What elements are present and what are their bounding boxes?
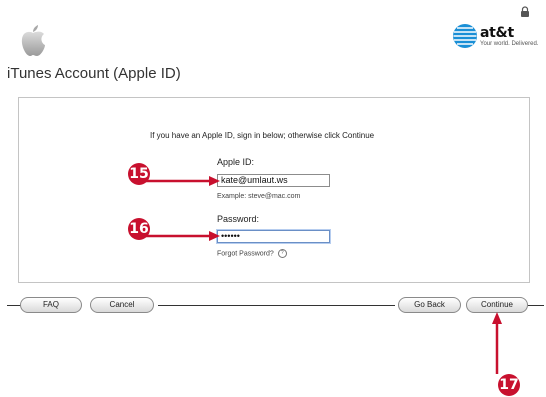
att-logo: at&t Your world. Delivered. xyxy=(452,23,538,49)
help-icon: ? xyxy=(277,249,287,258)
divider xyxy=(7,305,21,306)
apple-id-label: Apple ID: xyxy=(217,157,255,167)
divider xyxy=(158,305,395,306)
apple-id-input[interactable]: kate@umlaut.ws xyxy=(217,174,330,187)
brand-name: at&t xyxy=(480,25,514,41)
att-globe-icon xyxy=(453,24,477,48)
cancel-button[interactable]: Cancel xyxy=(90,297,154,313)
faq-button[interactable]: FAQ xyxy=(20,297,82,313)
sign-in-instructions: If you have an Apple ID, sign in below; … xyxy=(150,131,375,140)
callout-badge: 16 xyxy=(128,218,150,240)
callout-badge: 17 xyxy=(498,374,520,396)
continue-button[interactable]: Continue xyxy=(466,297,528,313)
forgot-password-label: Forgot Password? xyxy=(217,250,274,258)
lock-icon xyxy=(521,6,529,17)
divider xyxy=(528,305,544,306)
apple-logo-icon xyxy=(21,25,45,56)
itunes-setup-window: at&t Your world. Delivered. iTunes Accou… xyxy=(0,0,546,340)
page-title: iTunes Account (Apple ID) xyxy=(7,65,181,82)
password-input[interactable]: •••••• xyxy=(217,230,330,243)
forgot-password-link[interactable]: Forgot Password? ? xyxy=(217,249,287,258)
brand-tagline: Your world. Delivered. xyxy=(480,41,539,47)
password-label: Password: xyxy=(217,214,260,224)
go-back-button[interactable]: Go Back xyxy=(398,297,461,313)
callout-badge: 15 xyxy=(128,163,150,185)
apple-id-example: Example: steve@mac.com xyxy=(217,193,301,200)
